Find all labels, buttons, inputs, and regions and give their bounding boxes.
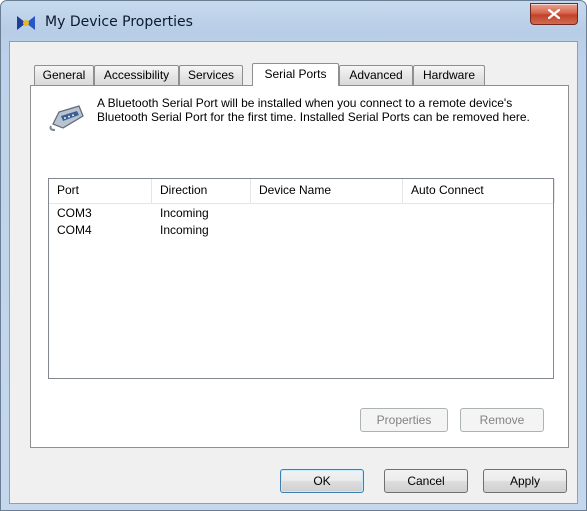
cancel-button[interactable]: Cancel [384,469,468,493]
window-title: My Device Properties [45,14,193,30]
column-header-port[interactable]: Port [49,179,152,203]
cell-direction: Incoming [160,206,209,220]
list-header: Port Direction Device Name Auto Connect [49,179,555,204]
cell-port: COM4 [57,223,92,237]
tab-services[interactable]: Services [179,65,243,85]
table-row[interactable]: COM3 Incoming [49,205,553,223]
close-icon [548,9,560,19]
serial-ports-panel: A Bluetooth Serial Port will be installe… [30,85,569,448]
close-button[interactable] [530,3,578,25]
tab-hardware[interactable]: Hardware [413,65,485,85]
dialog-window: My Device Properties General Accessibili… [0,0,587,511]
dialog-client-area: General Accessibility Services Serial Po… [9,41,578,504]
column-header-direction[interactable]: Direction [152,179,251,203]
tab-accessibility[interactable]: Accessibility [94,65,179,85]
column-header-auto-connect[interactable]: Auto Connect [403,179,555,203]
ok-button[interactable]: OK [280,469,364,493]
apply-button[interactable]: Apply [483,469,567,493]
table-row[interactable]: COM4 Incoming [49,222,553,240]
cell-direction: Incoming [160,223,209,237]
bluetooth-device-icon [15,14,37,32]
serial-port-icon [49,102,85,132]
title-bar[interactable]: My Device Properties [1,1,586,41]
tab-general[interactable]: General [34,65,94,85]
column-header-device-name[interactable]: Device Name [251,179,403,203]
tab-serial-ports[interactable]: Serial Ports [252,63,339,86]
cell-port: COM3 [57,206,92,220]
remove-button[interactable]: Remove [460,408,544,432]
intro-text: A Bluetooth Serial Port will be installe… [97,96,530,124]
tab-advanced[interactable]: Advanced [339,65,413,85]
serial-ports-list[interactable]: Port Direction Device Name Auto Connect … [48,178,555,379]
properties-button[interactable]: Properties [360,408,448,432]
